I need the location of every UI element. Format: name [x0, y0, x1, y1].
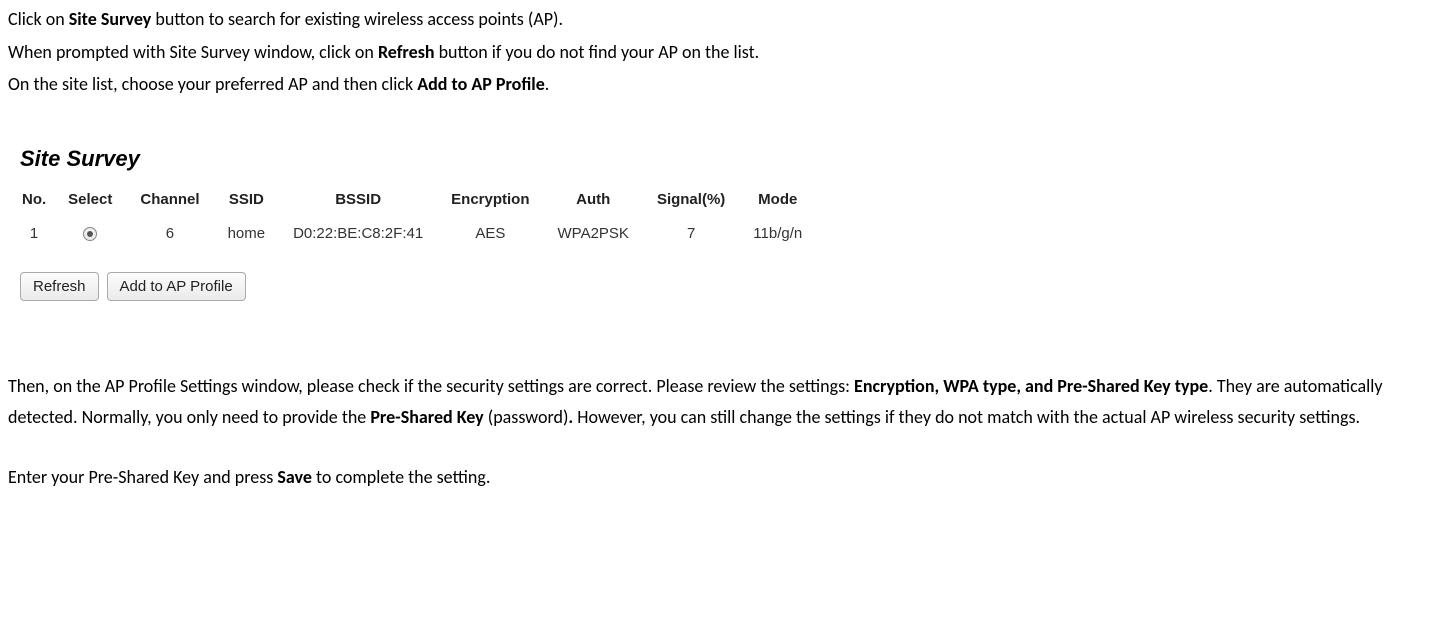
- col-ssid: SSID: [214, 183, 280, 219]
- button-row: Refresh Add to AP Profile: [20, 272, 1444, 301]
- cell-channel: 6: [126, 219, 213, 249]
- text: button if you do not find your AP on the…: [435, 41, 760, 63]
- col-channel: Channel: [126, 183, 213, 219]
- text: to complete the setting.: [312, 466, 490, 488]
- cell-bssid: D0:22:BE:C8:2F:41: [279, 219, 437, 249]
- table-header-row: No. Select Channel SSID BSSID Encryption…: [20, 183, 816, 219]
- col-mode: Mode: [739, 183, 816, 219]
- text: Click on: [8, 8, 69, 30]
- site-survey-title: Site Survey: [20, 140, 1444, 177]
- bold-text: Pre-Shared Key: [370, 406, 483, 428]
- col-auth: Auth: [544, 183, 643, 219]
- refresh-button[interactable]: Refresh: [20, 272, 99, 301]
- text: .: [545, 73, 550, 95]
- col-encryption: Encryption: [437, 183, 543, 219]
- intro-section: Click on Site Survey button to search fo…: [8, 4, 1444, 100]
- outro-paragraph-1: Then, on the AP Profile Settings window,…: [8, 371, 1444, 432]
- intro-paragraph-2: When prompted with Site Survey window, c…: [8, 37, 1444, 68]
- cell-ssid: home: [214, 219, 280, 249]
- cell-auth: WPA2PSK: [544, 219, 643, 249]
- cell-mode: 11b/g/n: [739, 219, 816, 249]
- cell-no: 1: [20, 219, 54, 249]
- text: On the site list, choose your preferred …: [8, 73, 417, 95]
- cell-select: [54, 219, 126, 249]
- bold-text: Save: [277, 466, 312, 488]
- bold-text: Refresh: [378, 41, 435, 63]
- cell-encryption: AES: [437, 219, 543, 249]
- text: Enter your Pre-Shared Key and press: [8, 466, 277, 488]
- text: button to search for existing wireless a…: [151, 8, 563, 30]
- col-bssid: BSSID: [279, 183, 437, 219]
- intro-paragraph-3: On the site list, choose your preferred …: [8, 69, 1444, 100]
- radio-select[interactable]: [83, 227, 97, 241]
- bold-text: Encryption, WPA type, and Pre-Shared Key…: [854, 375, 1208, 397]
- text: However, you can still change the settin…: [573, 406, 1360, 428]
- cell-signal: 7: [643, 219, 739, 249]
- outro-paragraph-2: Enter your Pre-Shared Key and press Save…: [8, 462, 1444, 493]
- table-row: 1 6 home D0:22:BE:C8:2F:41 AES WPA2PSK 7…: [20, 219, 816, 249]
- site-survey-table: No. Select Channel SSID BSSID Encryption…: [20, 183, 816, 248]
- col-select: Select: [54, 183, 126, 219]
- col-signal: Signal(%): [643, 183, 739, 219]
- add-to-ap-profile-button[interactable]: Add to AP Profile: [107, 272, 246, 301]
- bold-text: Add to AP Profile: [417, 73, 545, 95]
- text: Then, on the AP Profile Settings window,…: [8, 375, 854, 397]
- outro-section: Then, on the AP Profile Settings window,…: [8, 371, 1444, 493]
- bold-text: Site Survey: [69, 8, 152, 30]
- intro-paragraph-1: Click on Site Survey button to search fo…: [8, 4, 1444, 35]
- text: (password): [484, 406, 569, 428]
- text: When prompted with Site Survey window, c…: [8, 41, 378, 63]
- site-survey-panel: Site Survey No. Select Channel SSID BSSI…: [20, 140, 1444, 301]
- col-no: No.: [20, 183, 54, 219]
